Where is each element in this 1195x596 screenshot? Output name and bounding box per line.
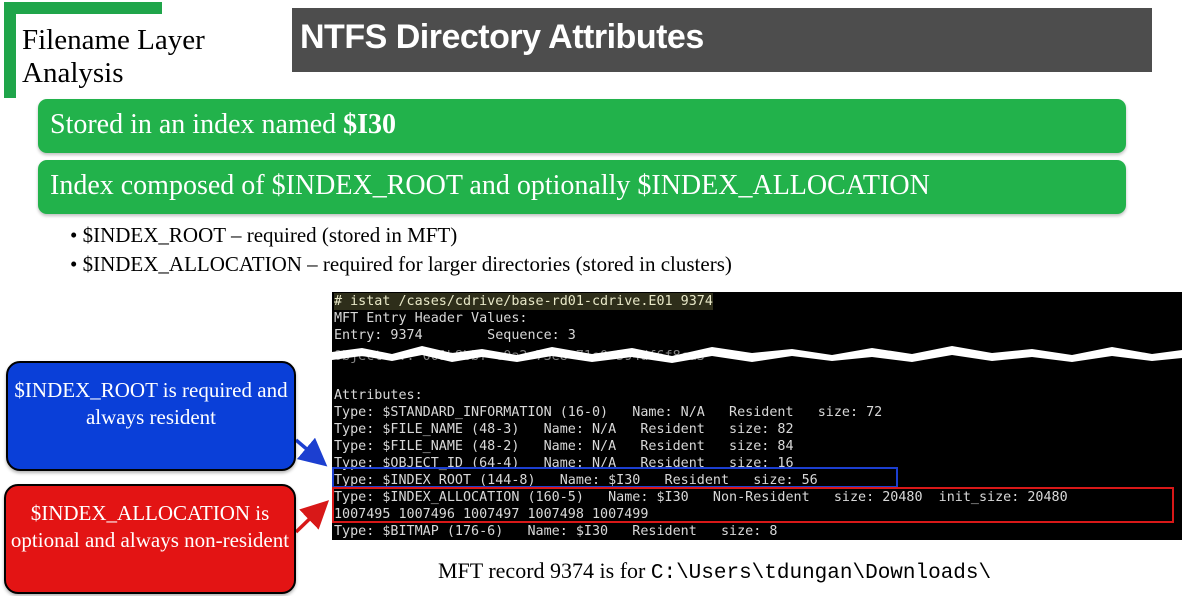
caption: MFT record 9374 is for C:\Users\tdungan\… — [438, 558, 991, 585]
blue-arrow — [294, 437, 328, 467]
red-arrow — [294, 500, 330, 534]
index-root-callout: $INDEX_ROOT is required and always resid… — [6, 361, 296, 471]
caption-text: MFT record 9374 is for — [438, 558, 651, 583]
caption-path: C:\Users\tdungan\Downloads\ — [650, 562, 992, 585]
index-allocation-callout: $INDEX_ALLOCATION is optional and always… — [4, 484, 296, 594]
